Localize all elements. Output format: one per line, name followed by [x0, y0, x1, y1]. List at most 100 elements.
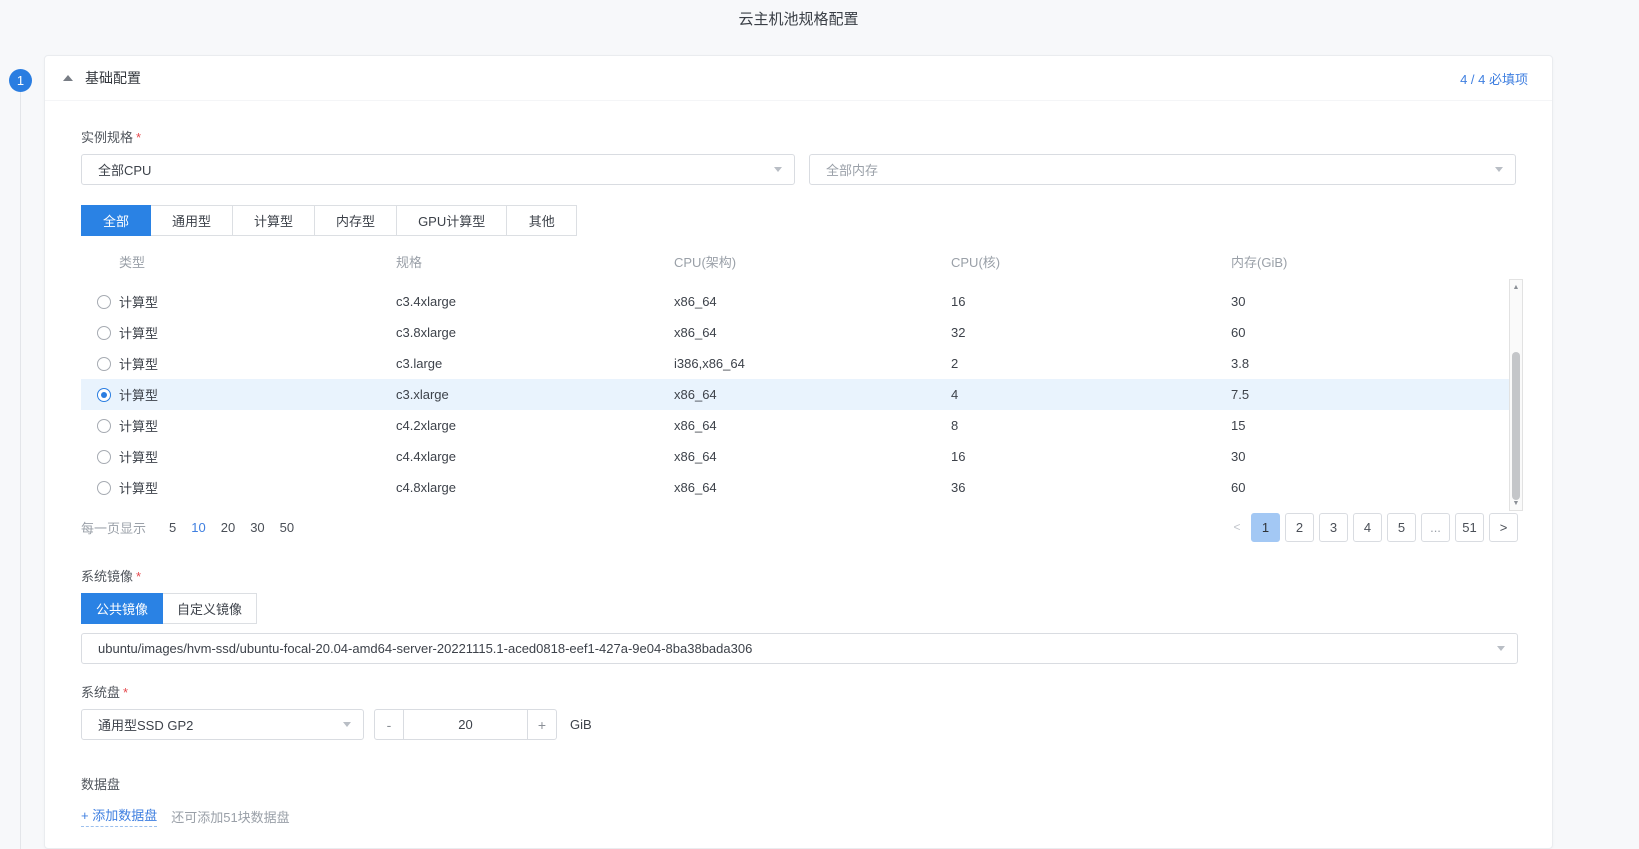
data-disk-label: 数据盘 [81, 774, 1516, 793]
table-row[interactable]: 计算型 c4.8xlarge x86_64 36 60 [81, 472, 1509, 503]
table-row[interactable]: 计算型 c3.large i386,x86_64 2 3.8 [81, 348, 1509, 379]
spec-cell: c3.large [396, 356, 443, 371]
page-size-option[interactable]: 5 [169, 520, 176, 535]
disk-size-input[interactable]: 20 [403, 709, 528, 740]
pagination-page[interactable]: 4 [1353, 512, 1382, 542]
required-asterisk: * [123, 685, 129, 700]
memory-filter-select[interactable]: 全部内存 [809, 154, 1516, 185]
spec-tab-3[interactable]: 内存型 [315, 205, 398, 236]
type-value: 计算型 [119, 388, 159, 403]
mem-cell: 30 [1231, 294, 1246, 309]
spec-tab-0[interactable]: 全部 [81, 205, 152, 236]
radio-button[interactable] [97, 294, 111, 309]
step-rail [20, 92, 21, 849]
pagination-page[interactable]: 3 [1319, 512, 1348, 542]
image-tab-1[interactable]: 自定义镜像 [163, 593, 258, 624]
type-cell: 计算型 [81, 385, 396, 404]
table-row[interactable]: 计算型 c4.4xlarge x86_64 16 30 [81, 441, 1509, 472]
spec-tab-4[interactable]: GPU计算型 [397, 205, 508, 236]
table-row[interactable]: 计算型 c4.2xlarge x86_64 8 15 [81, 410, 1509, 441]
table-column-header: CPU(架构) [674, 254, 737, 270]
basic-config-card: 基础配置 4 / 4 必填项 实例规格 * 全部CPU 全部内存 全部 通用型 计算型… [44, 55, 1553, 849]
scrollbar-thumb[interactable] [1512, 352, 1520, 500]
spec-tab-2[interactable]: 计算型 [233, 205, 316, 236]
spec-table-body: 计算型 c3.4xlarge x86_64 16 30 计算型 c3.8xlarge x86_… [81, 286, 1509, 503]
type-cell: 计算型 [81, 354, 396, 373]
data-disk-actions: + 添加数据盘 还可添加51块数据盘 [81, 805, 1516, 827]
disk-size-unit: GiB [570, 717, 592, 732]
scroll-up-icon[interactable]: ▲ [1510, 281, 1522, 293]
pagination-ellipsis[interactable]: ... [1421, 512, 1450, 542]
add-data-disk-link[interactable]: + 添加数据盘 [81, 805, 158, 827]
data-disk-label-text: 数据盘 [81, 777, 121, 792]
type-cell: 计算型 [81, 447, 396, 466]
spec-tab-1[interactable]: 通用型 [151, 205, 234, 236]
cpu-cell: 16 [951, 449, 966, 464]
table-row[interactable]: 计算型 c3.4xlarge x86_64 16 30 [81, 286, 1509, 317]
section-body: 实例规格 * 全部CPU 全部内存 全部 通用型 计算型 内存型 GPU计算型 其他 类型规… [45, 127, 1552, 827]
radio-button[interactable] [97, 418, 111, 433]
radio-button[interactable] [97, 449, 111, 464]
cpu-cell: 32 [951, 325, 966, 340]
page-size-option[interactable]: 20 [221, 520, 235, 535]
cpu-filter-select[interactable]: 全部CPU [81, 154, 795, 185]
increase-button[interactable]: + [527, 709, 557, 740]
decrease-button[interactable]: - [374, 709, 404, 740]
pagination-page[interactable]: 51 [1455, 512, 1484, 542]
type-value: 计算型 [119, 419, 159, 434]
cpu-cell: 8 [951, 418, 959, 433]
arch-cell: x86_64 [674, 480, 717, 495]
table-row[interactable]: 计算型 c3.8xlarge x86_64 32 60 [81, 317, 1509, 348]
pager: <1 2 3 4 5... 51 > [1228, 512, 1518, 542]
table-row[interactable]: 计算型 c3.xlarge x86_64 4 7.5 [81, 379, 1509, 410]
data-disk-hint: 还可添加51块数据盘 [171, 809, 290, 825]
system-disk-label-text: 系统盘 [81, 685, 121, 700]
scroll-down-icon[interactable]: ▼ [1510, 497, 1522, 509]
page-size-selector: 每一页显示 5 10 20 30 50 [81, 518, 294, 537]
spec-type-tabs: 全部 通用型 计算型 内存型 GPU计算型 其他 [81, 205, 1516, 236]
chevron-down-icon [774, 167, 782, 172]
required-asterisk: * [136, 569, 142, 584]
radio-button[interactable] [97, 387, 111, 402]
pagination-page[interactable]: 2 [1285, 512, 1314, 542]
disk-type-select[interactable]: 通用型SSD GP2 [81, 709, 364, 740]
pagination-page[interactable]: 1 [1251, 512, 1280, 542]
mem-cell: 7.5 [1231, 387, 1250, 402]
mem-cell: 60 [1231, 480, 1246, 495]
radio-button[interactable] [97, 356, 111, 371]
table-scrollbar[interactable]: ▲ ▼ [1509, 279, 1523, 511]
mem-cell: 30 [1231, 449, 1246, 464]
system-image-label-text: 系统镜像 [81, 569, 134, 584]
system-image-select[interactable]: ubuntu/images/hvm-ssd/ubuntu-focal-20.04… [81, 633, 1518, 664]
arch-cell: x86_64 [674, 449, 717, 464]
spec-table-header: 类型 规格 CPU(架构) CPU(核) 内存(GiB) [81, 248, 1509, 274]
spec-cell: c3.8xlarge [396, 325, 456, 340]
radio-button[interactable] [97, 480, 111, 495]
page-size-label: 每一页显示 [81, 520, 147, 536]
pagination-prev[interactable]: < [1228, 520, 1246, 534]
instance-spec-label: 实例规格 * [81, 127, 1516, 146]
mem-cell: 3.8 [1231, 356, 1250, 371]
arch-cell: x86_64 [674, 387, 717, 402]
cpu-cell: 2 [951, 356, 959, 371]
spec-cell: c4.2xlarge [396, 418, 456, 433]
mem-cell: 15 [1231, 418, 1246, 433]
section-title: 基础配置 [85, 70, 141, 86]
page-size-option[interactable]: 30 [250, 520, 264, 535]
section-header: 基础配置 4 / 4 必填项 [45, 56, 1552, 101]
table-column-header: 内存(GiB) [1231, 254, 1288, 270]
collapse-icon[interactable] [63, 75, 73, 81]
system-disk-label: 系统盘 * [81, 682, 1516, 701]
pagination-next[interactable]: > [1489, 512, 1518, 542]
chevron-down-icon [343, 722, 351, 727]
page-size-option[interactable]: 50 [280, 520, 294, 535]
page-size-option[interactable]: 10 [191, 520, 205, 535]
spec-tab-5[interactable]: 其他 [507, 205, 578, 236]
type-cell: 计算型 [81, 416, 396, 435]
memory-filter-value: 全部内存 [826, 163, 879, 178]
pagination-page[interactable]: 5 [1387, 512, 1416, 542]
type-value: 计算型 [119, 450, 159, 465]
radio-button[interactable] [97, 325, 111, 340]
table-column-header: 规格 [396, 254, 423, 270]
image-tab-0[interactable]: 公共镜像 [81, 593, 164, 624]
